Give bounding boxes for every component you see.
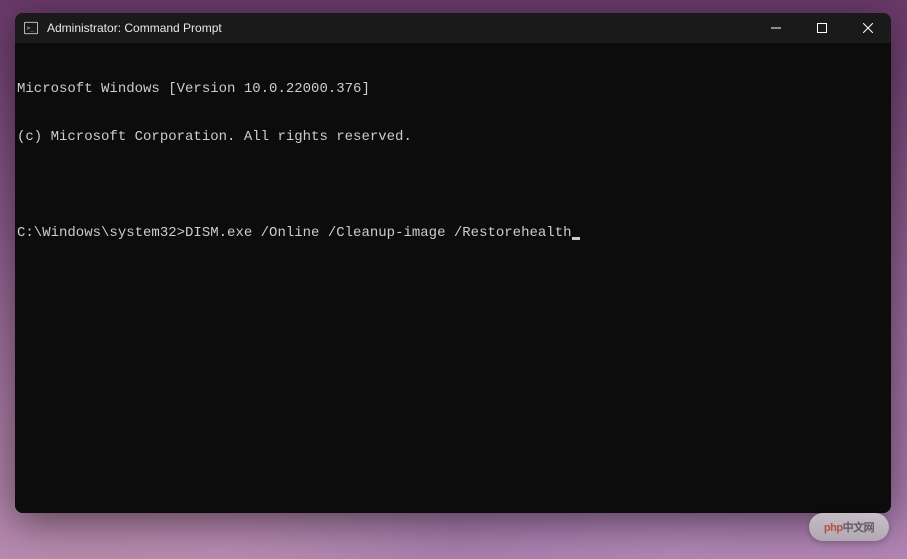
terminal-line: (c) Microsoft Corporation. All rights re…: [17, 129, 889, 145]
prompt-text: C:\Windows\system32>: [17, 225, 185, 241]
window-controls: [753, 13, 891, 43]
cmd-icon: >_: [23, 20, 39, 36]
maximize-button[interactable]: [799, 13, 845, 43]
terminal-prompt-line: C:\Windows\system32>DISM.exe /Online /Cl…: [17, 225, 889, 241]
svg-text:>_: >_: [27, 25, 35, 32]
command-prompt-window: >_ Administrator: Command Prompt Microso…: [15, 13, 891, 513]
command-input[interactable]: DISM.exe /Online /Cleanup-image /Restore…: [185, 225, 571, 241]
minimize-button[interactable]: [753, 13, 799, 43]
cursor: [572, 237, 580, 240]
window-title: Administrator: Command Prompt: [47, 21, 222, 35]
terminal-line: [17, 177, 889, 193]
titlebar[interactable]: >_ Administrator: Command Prompt: [15, 13, 891, 43]
close-button[interactable]: [845, 13, 891, 43]
watermark-text: php中文网: [824, 519, 874, 535]
watermark-badge: php中文网: [809, 513, 889, 541]
terminal-output[interactable]: Microsoft Windows [Version 10.0.22000.37…: [15, 43, 891, 513]
terminal-line: Microsoft Windows [Version 10.0.22000.37…: [17, 81, 889, 97]
